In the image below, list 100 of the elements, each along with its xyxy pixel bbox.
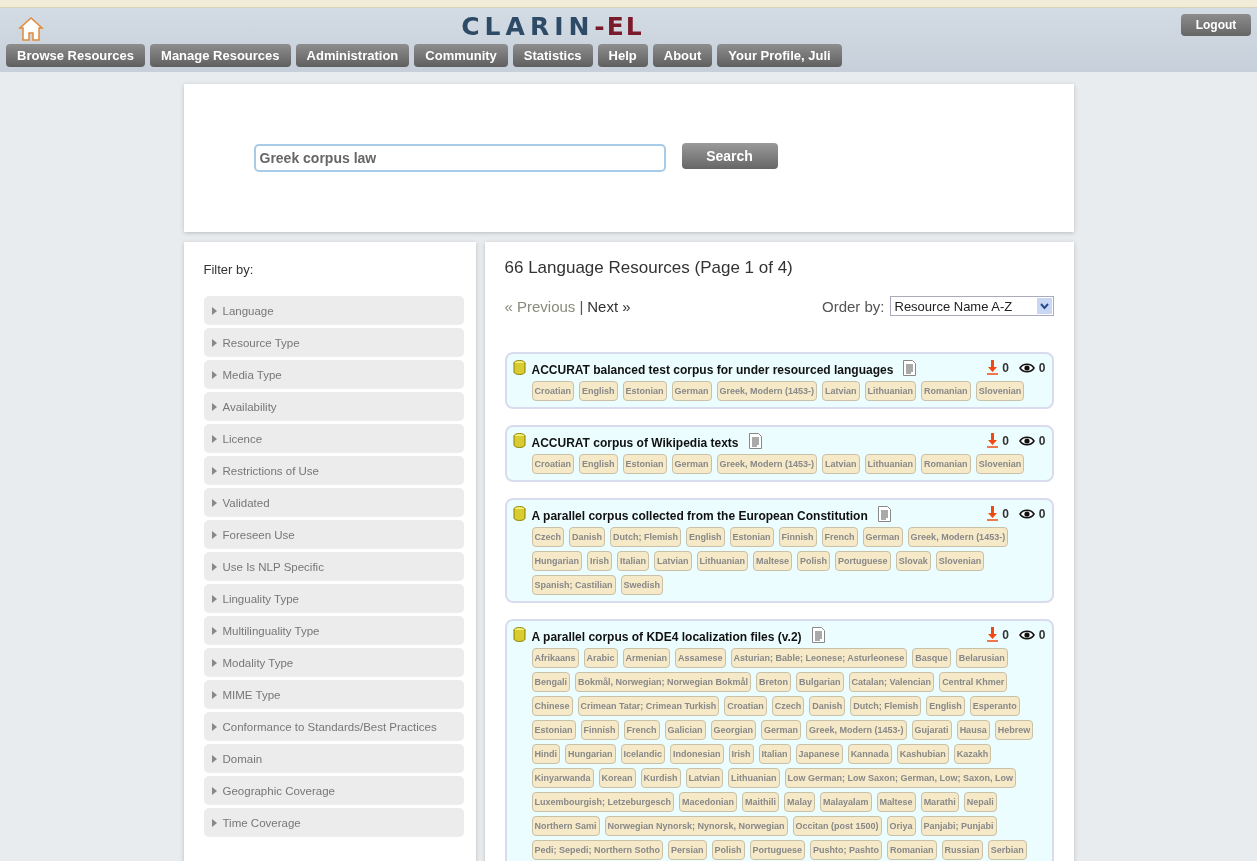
- language-tag: Italian: [617, 551, 650, 571]
- logout-button[interactable]: Logout: [1181, 14, 1251, 36]
- view-count: 0: [1038, 627, 1046, 642]
- language-tag: Arabic: [583, 648, 618, 668]
- nav-button[interactable]: Community: [414, 44, 508, 67]
- filter-item[interactable]: Time Coverage: [203, 808, 464, 837]
- language-tag: Northern Sami: [531, 816, 600, 836]
- view-count: 0: [1038, 506, 1046, 521]
- filter-item[interactable]: Media Type: [203, 360, 464, 389]
- language-tag: Macedonian: [679, 792, 738, 812]
- language-tag: Croatian: [724, 696, 767, 716]
- site-logo[interactable]: CLARIN-EL: [0, 11, 1181, 41]
- filter-item[interactable]: Licence: [203, 424, 464, 453]
- eye-icon: [1018, 362, 1035, 373]
- language-tag: Crimean Tatar; Crimean Turkish: [577, 696, 720, 716]
- nav-button[interactable]: Your Profile, Juli: [717, 44, 842, 67]
- filter-item[interactable]: Restrictions of Use: [203, 456, 464, 485]
- nav-button[interactable]: Manage Resources: [150, 44, 291, 67]
- language-tag: Slovenian: [935, 551, 985, 571]
- caret-icon: [211, 722, 217, 731]
- resource-title[interactable]: ACCURAT corpus of Wikipedia texts: [531, 436, 739, 450]
- filter-item[interactable]: Foreseen Use: [203, 520, 464, 549]
- filter-item[interactable]: Resource Type: [203, 328, 464, 357]
- language-tag: Maltese: [753, 551, 793, 571]
- language-tag: Greek, Modern (1453-): [716, 381, 818, 401]
- download-icon[interactable]: [987, 360, 999, 375]
- language-tag: Maltese: [876, 792, 916, 812]
- caret-icon: [211, 626, 217, 635]
- document-icon[interactable]: [903, 360, 917, 376]
- filter-item[interactable]: Language: [203, 296, 464, 325]
- results-heading: 66 Language Resources (Page 1 of 4): [504, 258, 794, 278]
- eye-icon: [1018, 629, 1035, 640]
- filter-item[interactable]: Validated: [203, 488, 464, 517]
- search-button[interactable]: Search: [681, 143, 778, 169]
- download-count: 0: [1002, 433, 1009, 448]
- nav-button[interactable]: About: [652, 44, 713, 67]
- filter-title: Filter by:: [203, 262, 255, 277]
- filter-item[interactable]: Domain: [203, 744, 464, 773]
- filter-item[interactable]: Geographic Coverage: [203, 776, 464, 805]
- language-tag: Pushto; Pashto: [810, 840, 883, 860]
- language-tag: Irish: [728, 744, 754, 764]
- order-select[interactable]: Resource Name A-Z: [889, 296, 1054, 316]
- nav-button[interactable]: Help: [597, 44, 648, 67]
- download-count: 0: [1002, 627, 1009, 642]
- language-tag: Dutch; Flemish: [850, 696, 922, 716]
- language-tag: Latvian: [685, 768, 724, 788]
- language-tag: Lithuanian: [728, 768, 780, 788]
- language-tag: Luxembourgish; Letzeburgesch: [531, 792, 675, 812]
- pager-separator: |: [579, 298, 584, 315]
- caret-icon: [211, 306, 217, 315]
- language-tag: French: [623, 720, 660, 740]
- language-tag: Norwegian Nynorsk; Nynorsk, Norwegian: [604, 816, 788, 836]
- language-tag: Gujarati: [911, 720, 952, 740]
- document-icon[interactable]: [877, 506, 891, 522]
- language-tag: Chinese: [531, 696, 573, 716]
- caret-icon: [211, 530, 217, 539]
- language-tag: Latvian: [654, 551, 692, 571]
- document-icon[interactable]: [811, 627, 825, 643]
- download-icon[interactable]: [987, 627, 999, 642]
- language-tag: Hebrew: [994, 720, 1034, 740]
- resource-title[interactable]: A parallel corpus collected from the European Constitution: [531, 509, 868, 523]
- language-tag: Finnish: [580, 720, 619, 740]
- filter-item[interactable]: Conformance to Standards/Best Practices: [203, 712, 464, 741]
- next-link[interactable]: Next »: [587, 298, 631, 315]
- language-tag: Icelandic: [620, 744, 666, 764]
- nav-button[interactable]: Administration: [295, 44, 410, 67]
- filter-item[interactable]: Use Is NLP Specific: [203, 552, 464, 581]
- language-tag: Bulgarian: [796, 672, 844, 692]
- search-field[interactable]: Greek corpus law: [253, 144, 666, 172]
- home-icon[interactable]: [18, 16, 44, 42]
- download-count: 0: [1002, 506, 1009, 521]
- filter-item[interactable]: Multilinguality Type: [203, 616, 464, 645]
- resource-title[interactable]: ACCURAT balanced test corpus for under resourced languages: [531, 363, 894, 377]
- language-tag: Pedi; Sepedi; Northern Sotho: [531, 840, 663, 860]
- filter-item[interactable]: Linguality Type: [203, 584, 464, 613]
- nav-button[interactable]: Statistics: [512, 44, 593, 67]
- language-tag: Estonian: [729, 527, 774, 547]
- language-tag: English: [926, 696, 965, 716]
- resource-title[interactable]: A parallel corpus of KDE4 localization files (v.2): [531, 630, 802, 644]
- language-tag: Lithuanian: [864, 381, 917, 401]
- language-tag: German: [862, 527, 903, 547]
- language-tag: Marathi: [920, 792, 959, 812]
- language-tag: Malay: [784, 792, 816, 812]
- filter-item[interactable]: Availability: [203, 392, 464, 421]
- database-icon: [512, 506, 526, 521]
- language-tag: Low German; Low Saxon; German, Low; Saxon, Low: [784, 768, 1017, 788]
- database-icon: [512, 627, 526, 642]
- download-icon[interactable]: [987, 506, 999, 521]
- database-icon: [512, 433, 526, 448]
- language-tag: Indonesian: [670, 744, 724, 764]
- caret-icon: [211, 370, 217, 379]
- nav-button[interactable]: Browse Resources: [6, 44, 146, 67]
- filter-item[interactable]: Modality Type: [203, 648, 464, 677]
- document-icon[interactable]: [748, 433, 762, 449]
- caret-icon: [211, 658, 217, 667]
- language-tag: Catalan; Valencian: [848, 672, 935, 692]
- filter-item[interactable]: MIME Type: [203, 680, 464, 709]
- download-icon[interactable]: [987, 433, 999, 448]
- language-tag: Kashubian: [896, 744, 949, 764]
- caret-icon: [211, 690, 217, 699]
